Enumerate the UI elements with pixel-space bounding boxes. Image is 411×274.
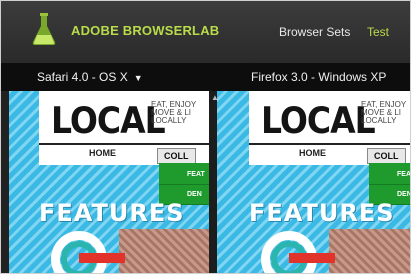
right-browser-label: Firefox 3.0 - Windows XP	[251, 70, 387, 84]
arrow-graphic	[79, 253, 125, 263]
app-header: ADOBE BROWSERLAB Browser Sets Test	[1, 1, 410, 63]
browser-sets-link[interactable]: Browser Sets	[279, 25, 350, 39]
test-link[interactable]: Test	[367, 25, 389, 39]
features-heading: FEATURES	[249, 199, 395, 227]
app-title: ADOBE BROWSERLAB	[71, 23, 220, 38]
right-preview-pane[interactable]: LOCAL EAT, ENJOY MOVE & LI LOCALLY HOME …	[217, 91, 410, 273]
app-window: ADOBE BROWSERLAB Browser Sets Test Safar…	[0, 0, 411, 274]
site-logo: LOCAL	[51, 99, 166, 142]
site-tagline: EAT, ENJOY MOVE & LI LOCALLY	[361, 101, 410, 125]
left-preview-pane[interactable]: LOCAL EAT, ENJOY MOVE & LI LOCALLY HOME …	[1, 91, 209, 273]
site-header: LOCAL EAT, ENJOY MOVE & LI LOCALLY	[249, 91, 410, 143]
flask-logo-icon	[32, 13, 56, 45]
site-nav-collections[interactable]: COLL	[157, 148, 196, 164]
site-nav: HOME COLL	[249, 143, 410, 165]
pane-edge	[1, 91, 9, 273]
site-nav-home[interactable]: HOME	[299, 148, 326, 158]
brick-photo	[329, 229, 410, 273]
site-nav-collections[interactable]: COLL	[367, 148, 406, 164]
site-nav: HOME COLL	[39, 143, 209, 165]
browser-select-bar: Safari 4.0 - OS X ▼ Firefox 3.0 - Windows…	[1, 63, 410, 91]
arrow-graphic	[289, 253, 335, 263]
pane-divider[interactable]: ▲	[209, 91, 219, 273]
chevron-down-icon: ▼	[133, 73, 143, 83]
site-preview: LOCAL EAT, ENJOY MOVE & LI LOCALLY HOME …	[39, 91, 209, 273]
right-browser-select[interactable]: Firefox 3.0 - Windows XP	[251, 70, 386, 84]
site-tagline: EAT, ENJOY MOVE & LI LOCALLY	[151, 101, 209, 125]
site-nav-home[interactable]: HOME	[89, 148, 116, 158]
features-heading: FEATURES	[39, 199, 185, 227]
tagline-line: LOCALLY	[151, 116, 187, 125]
dropdown-item-features[interactable]: FEAT	[369, 165, 410, 185]
brick-photo	[119, 229, 209, 273]
dropdown-item-features[interactable]: FEAT	[159, 165, 209, 185]
left-browser-label: Safari 4.0 - OS X	[37, 70, 128, 84]
tagline-line: LOCALLY	[361, 116, 397, 125]
site-header: LOCAL EAT, ENJOY MOVE & LI LOCALLY	[39, 91, 209, 143]
left-browser-select[interactable]: Safari 4.0 - OS X ▼	[37, 70, 143, 84]
site-logo: LOCAL	[261, 99, 376, 142]
site-preview: LOCAL EAT, ENJOY MOVE & LI LOCALLY HOME …	[249, 91, 410, 273]
